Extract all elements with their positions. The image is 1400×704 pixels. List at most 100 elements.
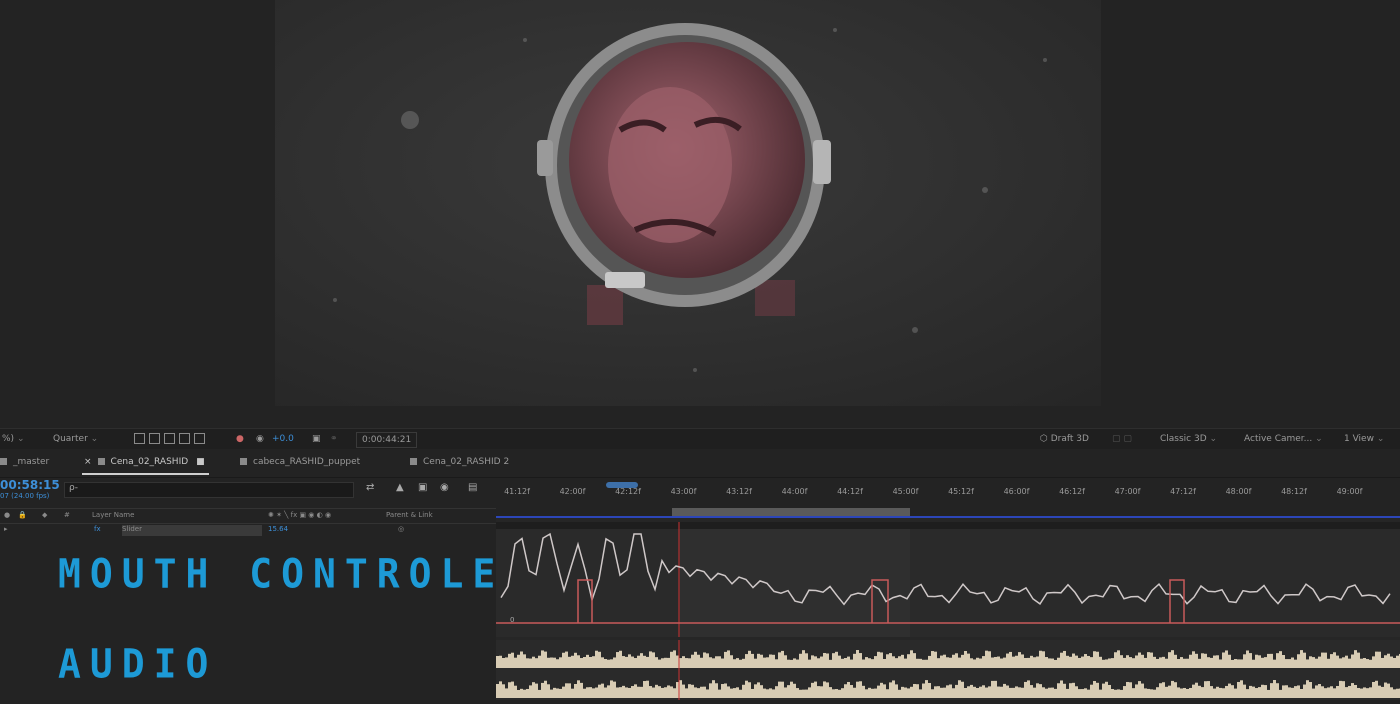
- timeline-graph-panel[interactable]: 41:12f 42:00f 42:12f 43:00f 43:12f 44:00f 44:1…: [496, 478, 1400, 700]
- tab-master[interactable]: _master: [0, 457, 49, 467]
- waveform-bar: [1162, 656, 1165, 668]
- switches-icons[interactable]: ✺ ✶ ╲ fx ▣ ◉ ◐ ◉: [268, 511, 331, 519]
- transparency-grid-icon[interactable]: [149, 433, 160, 444]
- waveform-bar: [1312, 657, 1315, 668]
- waveform-bar: [814, 681, 817, 698]
- waveform-bar: [595, 687, 598, 698]
- current-time-display[interactable]: 0:00:44:21: [356, 432, 418, 448]
- expand-arrow-icon[interactable]: ▸: [4, 525, 8, 533]
- waveform-bar: [877, 685, 880, 698]
- waveform-bar: [1297, 654, 1300, 668]
- waveform-bar: [841, 658, 844, 668]
- close-icon[interactable]: ×: [84, 457, 92, 467]
- tab-cena-02-rashid[interactable]: × Cena_02_RASHID ■: [82, 457, 209, 475]
- visibility-icon[interactable]: ●: [4, 511, 10, 519]
- comp-mini-flowchart-icon[interactable]: ⇄: [366, 482, 374, 493]
- draft-3d-icon[interactable]: ▲: [396, 482, 404, 493]
- shy-layers-icon[interactable]: ▣: [418, 482, 427, 493]
- composition-frame[interactable]: [275, 0, 1101, 406]
- composition-viewer[interactable]: [0, 0, 1400, 428]
- waveform-bar: [643, 681, 646, 698]
- waveform-bar: [1225, 650, 1228, 668]
- resolution-dropdown[interactable]: Quarter: [53, 429, 98, 449]
- slider-value[interactable]: 15.64: [268, 525, 288, 533]
- draft-3d-toggle[interactable]: ⬡ Draft 3D: [1040, 429, 1089, 449]
- waveform-bar: [1009, 651, 1012, 668]
- waveform-bar: [1054, 688, 1057, 698]
- camera-snapshot-icon[interactable]: ▣: [312, 429, 321, 449]
- motion-blur-icon[interactable]: ◉: [440, 482, 449, 493]
- layer-search-input[interactable]: ρ-: [64, 482, 354, 498]
- tab-cabeca-rashid-puppet[interactable]: cabeca_RASHID_puppet: [240, 457, 360, 467]
- tab-cena-02-rashid-2[interactable]: Cena_02_RASHID 2: [410, 457, 509, 467]
- exposure-value[interactable]: +0.0: [272, 429, 294, 449]
- layer-name-header[interactable]: Layer Name: [92, 511, 134, 519]
- waveform-bar: [1396, 655, 1399, 668]
- waveform-bar: [1129, 657, 1132, 668]
- mouth-open-pulse: [577, 579, 593, 623]
- waveform-bar: [544, 680, 547, 698]
- layer-name-field[interactable]: Slider: [122, 525, 262, 536]
- waveform-bar: [1054, 659, 1057, 668]
- waveform-bar: [508, 653, 511, 668]
- graph-editor-icon[interactable]: ▤: [468, 482, 477, 493]
- waveform-bar: [790, 681, 793, 698]
- waveform-bar: [1141, 683, 1144, 698]
- pickwhip-icon[interactable]: ◎: [398, 525, 404, 533]
- layer-row-slider[interactable]: ▸ fx Slider 15.64 ◎: [0, 523, 496, 539]
- label-icon[interactable]: ◆: [42, 511, 47, 519]
- current-timecode[interactable]: 00:58:15: [0, 478, 60, 492]
- snapshot-view-icon[interactable]: [179, 433, 190, 444]
- waveform-bar: [1252, 686, 1255, 698]
- waveform-bar: [895, 658, 898, 668]
- waveform-bar: [925, 680, 928, 698]
- show-snapshot-icon[interactable]: ⚭: [330, 429, 338, 449]
- waveform-bar: [1012, 687, 1015, 698]
- color-channels-icon[interactable]: ●: [236, 429, 244, 449]
- waveform-bar: [571, 688, 574, 698]
- waveform-bar: [877, 651, 880, 668]
- waveform-bar: [1207, 657, 1210, 668]
- region-of-interest-icon[interactable]: [134, 433, 145, 444]
- waveform-bar: [1228, 683, 1231, 698]
- waveform-bar: [1303, 684, 1306, 698]
- view-layout-dropdown[interactable]: 1 View: [1344, 429, 1384, 449]
- waveform-bar: [883, 684, 886, 698]
- waveform-bar: [934, 686, 937, 698]
- camera-view-dropdown[interactable]: Active Camer...: [1244, 429, 1323, 449]
- waveform-bar: [742, 658, 745, 668]
- time-ruler[interactable]: 41:12f 42:00f 42:12f 43:00f 43:12f 44:00f 44:1…: [496, 478, 1400, 520]
- waveform-bar: [910, 650, 913, 668]
- waveform-bar: [1024, 657, 1027, 668]
- grid-guides-icon[interactable]: [194, 433, 205, 444]
- waveform-bar: [748, 650, 751, 668]
- mask-path-icon[interactable]: [164, 433, 175, 444]
- waveform-bar: [970, 684, 973, 698]
- waveform-bar: [766, 689, 769, 698]
- renderer-dropdown[interactable]: Classic 3D: [1160, 429, 1217, 449]
- waveform-bar: [994, 680, 997, 698]
- waveform-bar: [916, 658, 919, 668]
- waveform-bar: [889, 682, 892, 698]
- graph-editor[interactable]: 0: [496, 522, 1400, 637]
- waveform-bar: [1066, 688, 1069, 698]
- ruler-tick-label: 49:00f: [1336, 487, 1363, 496]
- audio-waveform[interactable]: [496, 640, 1400, 700]
- waveform-bar: [1261, 657, 1264, 668]
- waveform-bar: [1000, 686, 1003, 698]
- lock-icon[interactable]: 🔒: [18, 511, 27, 519]
- tab-menu-icon[interactable]: ■: [196, 457, 205, 467]
- ruler-tick-label: 45:12f: [948, 487, 974, 496]
- waveform-bar: [577, 655, 580, 668]
- parent-link-header[interactable]: Parent & Link: [386, 511, 433, 519]
- magnification-dropdown[interactable]: %): [2, 429, 24, 449]
- waveform-bar: [1387, 683, 1390, 698]
- waveform-bar: [1099, 656, 1102, 668]
- waveform-bar: [1030, 655, 1033, 668]
- extended-viewer-icons[interactable]: ▢ ▢: [1112, 429, 1132, 449]
- waveform-bar: [949, 684, 952, 698]
- exposure-reset-icon[interactable]: ◉: [256, 429, 264, 449]
- waveform-bar: [1354, 650, 1357, 668]
- waveform-bar: [1288, 659, 1291, 668]
- waveform-bar: [1231, 685, 1234, 698]
